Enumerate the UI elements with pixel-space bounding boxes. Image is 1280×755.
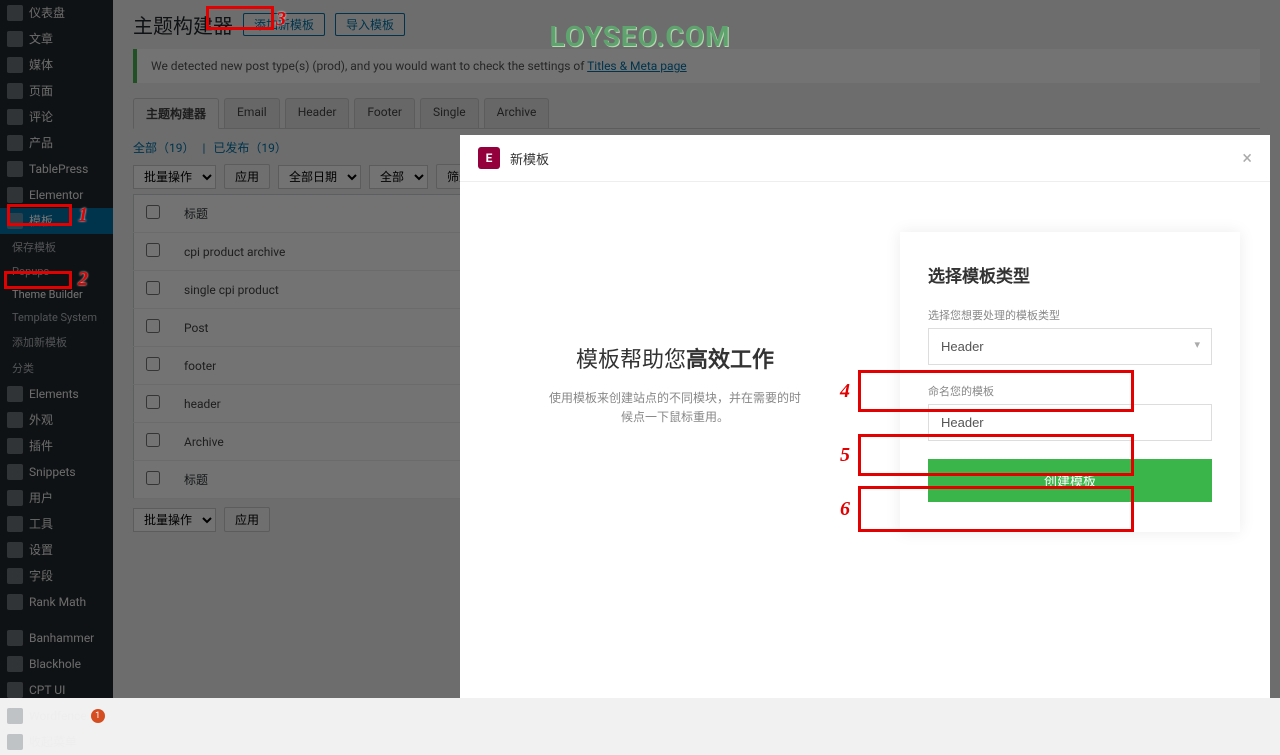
- collapse-icon: [7, 734, 23, 750]
- modal-description: 模板帮助您高效工作 使用模板来创建站点的不同模块，并在需要的时候点一下鼠标重用。: [490, 222, 860, 665]
- template-type-label: 选择您想要处理的模板类型: [928, 307, 1212, 323]
- update-badge: 1: [91, 709, 105, 723]
- sidebar-item-collapse[interactable]: 收起菜单: [0, 729, 113, 755]
- template-type-select[interactable]: Header: [928, 328, 1212, 365]
- modal-title: 新模板: [510, 149, 549, 168]
- wordfence-icon: [7, 708, 23, 724]
- template-name-input[interactable]: [928, 404, 1212, 441]
- modal-body: 模板帮助您高效工作 使用模板来创建站点的不同模块，并在需要的时候点一下鼠标重用。…: [460, 182, 1270, 695]
- sidebar-item-wordfence[interactable]: Wordfence 1: [0, 703, 113, 729]
- modal-header: E 新模板 ×: [460, 135, 1270, 182]
- modal-heading: 模板帮助您高效工作: [490, 342, 860, 374]
- sidebar-item-label: Wordfence: [29, 709, 87, 723]
- sidebar-item-label: 收起菜单: [29, 735, 77, 749]
- create-template-button[interactable]: 创建模板: [928, 459, 1212, 502]
- template-name-label: 命名您的模板: [928, 383, 1212, 399]
- modal-subtext: 使用模板来创建站点的不同模块，并在需要的时候点一下鼠标重用。: [545, 389, 805, 427]
- form-card-title: 选择模板类型: [928, 262, 1212, 287]
- template-form-card: 选择模板类型 选择您想要处理的模板类型 Header 命名您的模板 创建模板: [900, 232, 1240, 532]
- new-template-modal: E 新模板 × 模板帮助您高效工作 使用模板来创建站点的不同模块，并在需要的时候…: [460, 135, 1270, 698]
- elementor-logo-icon: E: [478, 147, 500, 169]
- modal-close-button[interactable]: ×: [1242, 148, 1252, 169]
